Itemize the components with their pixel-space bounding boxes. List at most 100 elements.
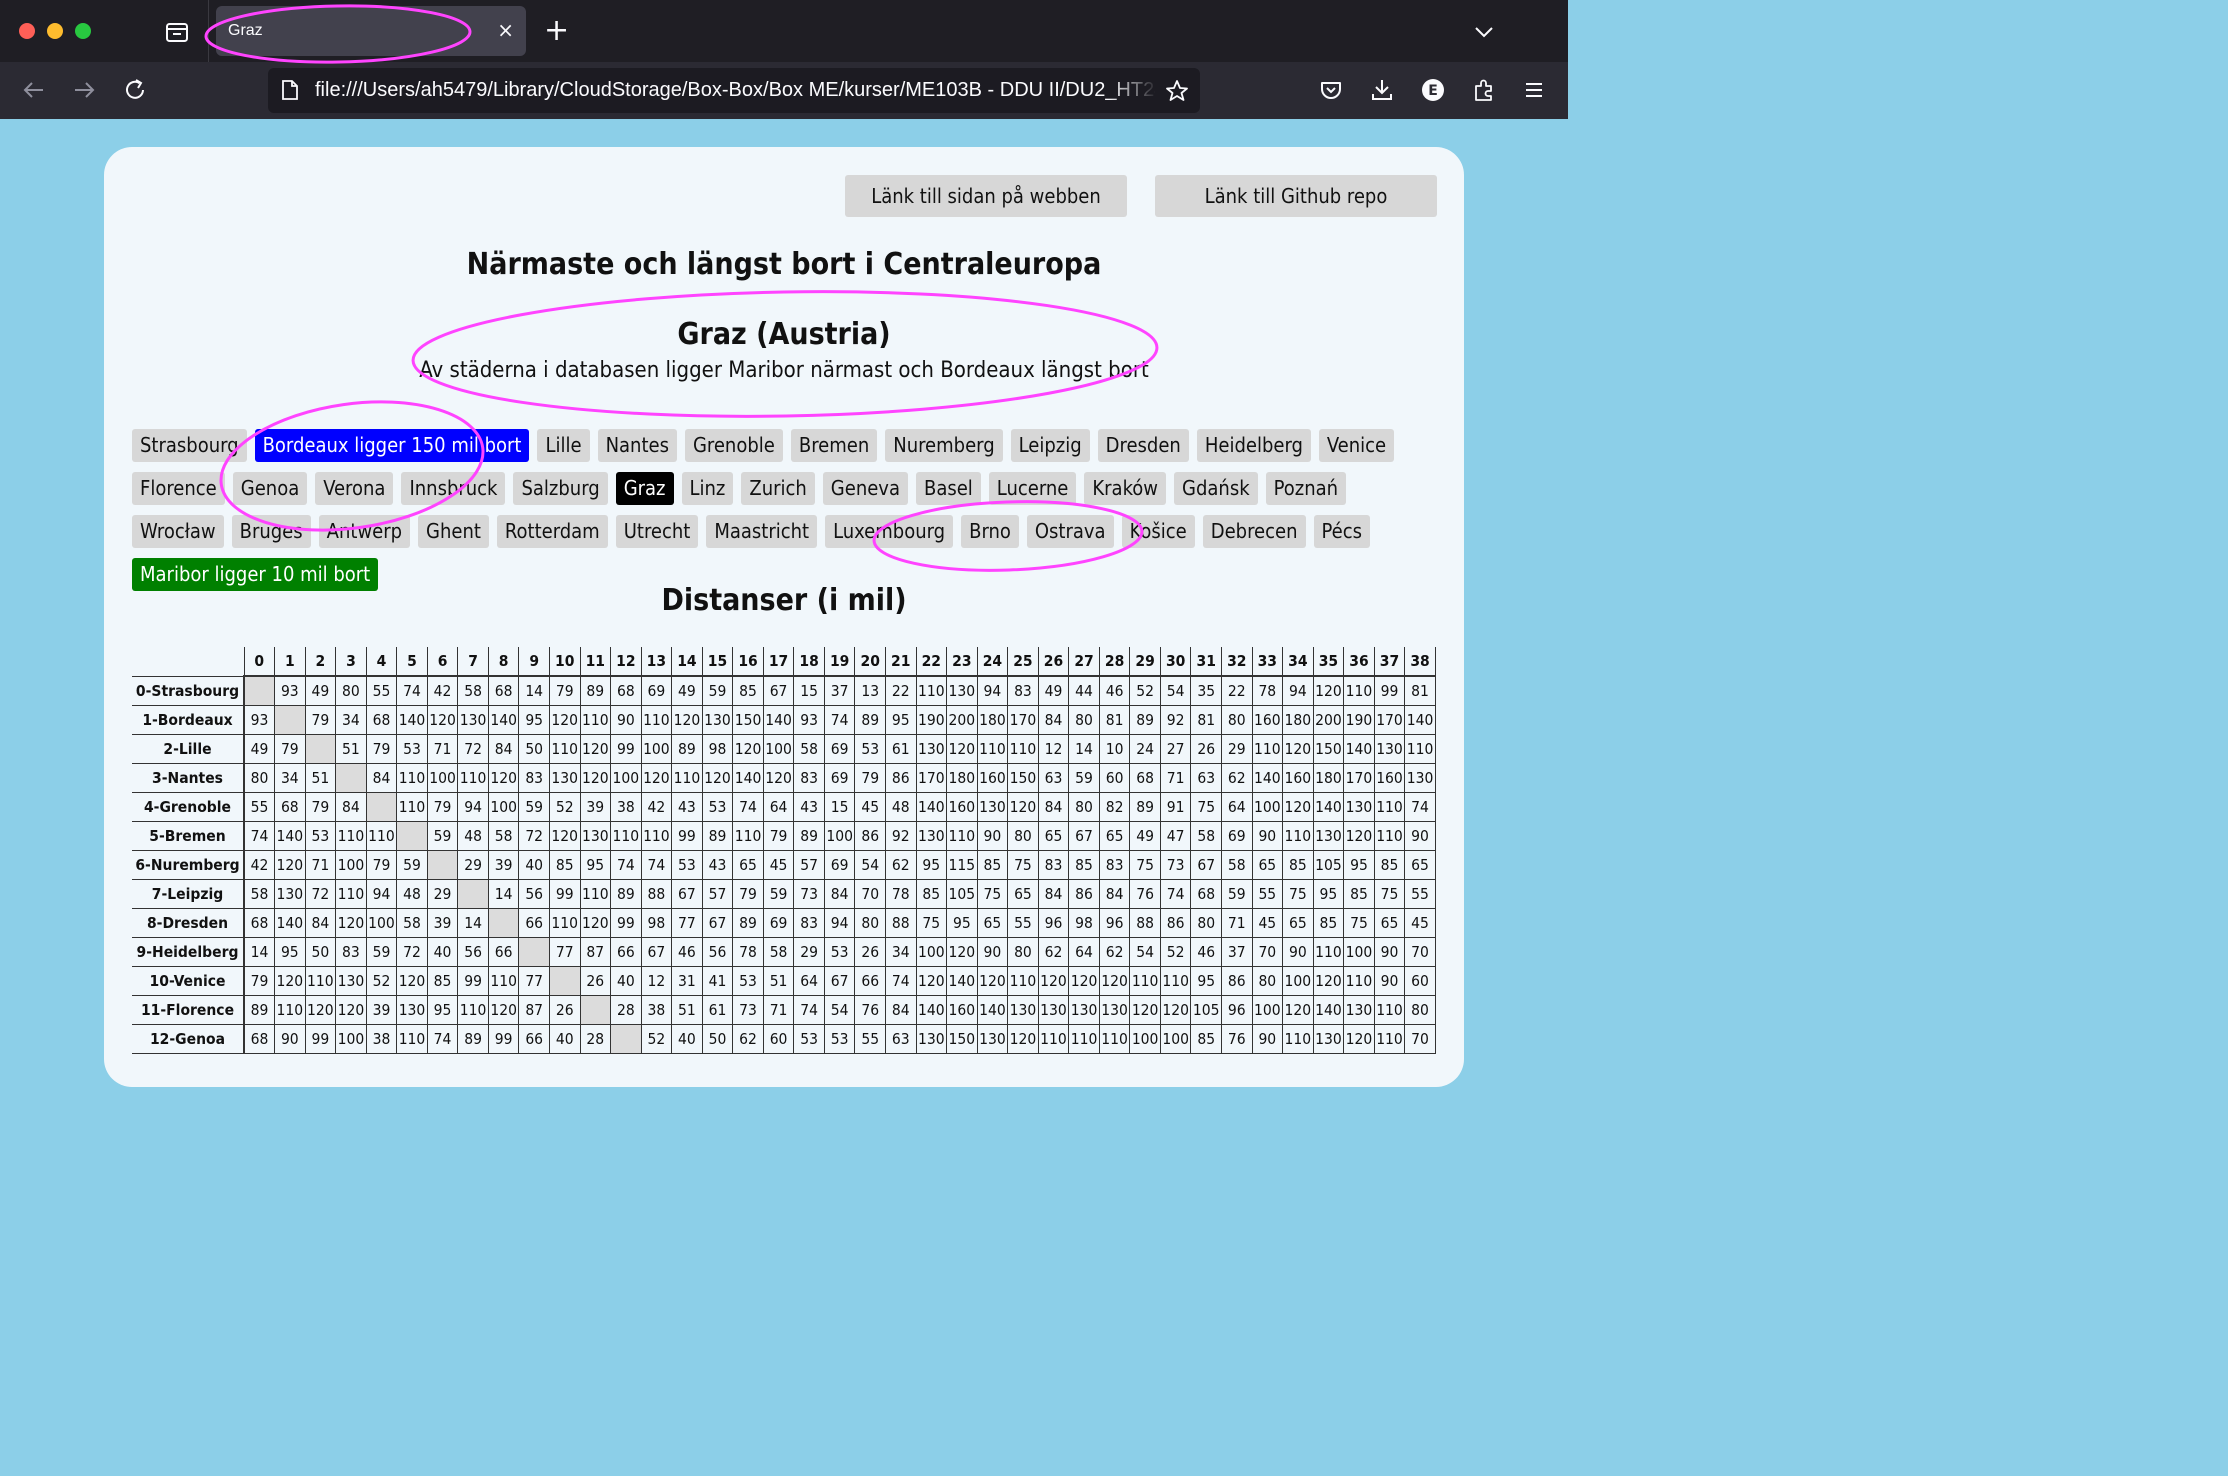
distance-cell: 99 xyxy=(1373,675,1406,706)
distance-cell: 100 xyxy=(487,791,520,822)
distance-cell: 140 xyxy=(946,965,978,996)
hamburger-menu-icon[interactable] xyxy=(1521,77,1547,103)
city-button[interactable]: Lucerne xyxy=(988,472,1077,505)
distance-cell: 91 xyxy=(1159,791,1192,822)
city-button[interactable]: Utrecht xyxy=(615,515,699,548)
github-link-button[interactable]: Länk till Github repo xyxy=(1155,175,1437,217)
distance-cell: 68 xyxy=(610,675,642,706)
city-button[interactable]: Venice xyxy=(1318,429,1395,462)
distance-cell: 85 xyxy=(1282,849,1314,880)
distance-cell: 96 xyxy=(1037,907,1070,938)
active-tab[interactable]: Graz × xyxy=(216,6,526,56)
city-button[interactable]: Rotterdam xyxy=(496,515,608,548)
close-tab-icon[interactable]: × xyxy=(497,18,514,42)
distance-cell: 85 xyxy=(1373,849,1406,880)
distance-cell: 84 xyxy=(335,791,367,822)
city-button[interactable]: Debrecen xyxy=(1202,515,1306,548)
city-button[interactable]: Pécs xyxy=(1313,515,1370,548)
city-button[interactable]: Geneva xyxy=(822,472,908,505)
extensions-puzzle-icon[interactable] xyxy=(1471,77,1497,103)
distance-cell: 120 xyxy=(1343,1023,1375,1054)
minimize-window-button[interactable] xyxy=(47,23,63,39)
city-button[interactable]: Brno xyxy=(961,515,1019,548)
column-header: 13 xyxy=(640,647,673,677)
pocket-icon[interactable] xyxy=(1318,77,1344,103)
city-button[interactable]: Graz xyxy=(615,472,674,505)
distance-cell: 68 xyxy=(1129,762,1161,793)
city-button[interactable]: Nuremberg xyxy=(885,429,1003,462)
city-button[interactable]: Bordeaux ligger 150 mil bort xyxy=(254,429,530,462)
zoom-window-button[interactable] xyxy=(75,23,91,39)
city-button[interactable]: Kraków xyxy=(1084,472,1167,505)
distance-cell: 64 xyxy=(1221,791,1253,822)
city-button[interactable]: Florence xyxy=(132,472,225,505)
distance-cell: 120 xyxy=(1282,733,1314,764)
distance-cell: 110 xyxy=(1251,733,1284,764)
web-link-button[interactable]: Länk till sidan på webben xyxy=(845,175,1127,217)
distance-cell: 140 xyxy=(732,762,764,793)
city-button[interactable]: Leipzig xyxy=(1010,429,1090,462)
city-button[interactable]: Luxembourg xyxy=(825,515,954,548)
distance-cell: 67 xyxy=(1190,849,1222,880)
city-button[interactable]: Genoa xyxy=(232,472,308,505)
distance-cell: 76 xyxy=(1129,878,1161,909)
city-button[interactable]: Verona xyxy=(315,472,394,505)
forward-arrow-icon[interactable] xyxy=(71,77,97,103)
distance-cell: 75 xyxy=(1343,907,1375,938)
reload-icon[interactable] xyxy=(122,77,148,103)
city-button[interactable]: Grenoble xyxy=(684,429,783,462)
distance-cell: 89 xyxy=(610,878,642,909)
distance-cell: 89 xyxy=(701,820,734,851)
distance-cell: 40 xyxy=(610,965,642,996)
distance-cell: 13 xyxy=(854,675,886,706)
city-button[interactable]: Antwerp xyxy=(318,515,411,548)
city-button[interactable]: Poznań xyxy=(1265,472,1347,505)
city-button[interactable]: Salzburg xyxy=(513,472,608,505)
distance-cell: 15 xyxy=(793,675,825,706)
close-window-button[interactable] xyxy=(19,23,35,39)
city-button[interactable]: Strasbourg xyxy=(132,429,247,462)
city-button[interactable]: Innsbruck xyxy=(401,472,506,505)
download-icon[interactable] xyxy=(1369,77,1395,103)
url-text[interactable]: file:///Users/ah5479/Library/CloudStorag… xyxy=(315,79,1155,102)
distance-cell: 50 xyxy=(304,936,337,967)
distance-cell: 79 xyxy=(854,762,886,793)
distance-cell: 130 xyxy=(1037,994,1070,1025)
city-button[interactable]: Zurich xyxy=(741,472,815,505)
distance-cell: 85 xyxy=(1343,878,1375,909)
distance-cell: 160 xyxy=(1373,762,1406,793)
city-button[interactable]: Wrocław xyxy=(132,515,224,548)
column-header: 8 xyxy=(487,647,520,677)
distance-cell: 46 xyxy=(671,936,703,967)
chevron-down-icon[interactable] xyxy=(1471,19,1497,45)
address-bar[interactable]: file:///Users/ah5479/Library/CloudStorag… xyxy=(268,68,1200,113)
table-row: 6-Nuremberg 42 120 71 100 79 59 29 39 40 85 95 74 74 5… xyxy=(132,849,1436,880)
distance-cell: 90 xyxy=(976,936,1009,967)
city-button[interactable]: Bruges xyxy=(231,515,311,548)
distance-cell: 89 xyxy=(243,994,276,1025)
city-button[interactable]: Dresden xyxy=(1097,429,1189,462)
city-button[interactable]: Ostrava xyxy=(1026,515,1114,548)
bookmark-star-icon[interactable] xyxy=(1164,78,1190,104)
distance-cell: 120 xyxy=(732,733,764,764)
city-button[interactable]: Gdańsk xyxy=(1174,472,1258,505)
city-button[interactable]: Košice xyxy=(1121,515,1195,548)
new-tab-button[interactable]: + xyxy=(544,14,569,48)
distance-cell: 130 xyxy=(1312,820,1345,851)
city-button[interactable]: Nantes xyxy=(597,429,677,462)
city-button[interactable]: Basel xyxy=(915,472,981,505)
city-button[interactable]: Lille xyxy=(537,429,590,462)
city-button[interactable]: Ghent xyxy=(418,515,489,548)
account-avatar-icon[interactable]: E xyxy=(1420,77,1446,103)
city-button[interactable]: Heidelberg xyxy=(1196,429,1311,462)
distance-cell: 26 xyxy=(1190,733,1222,764)
city-button[interactable]: Linz xyxy=(681,472,734,505)
distance-cell: 83 xyxy=(793,907,825,938)
distance-cell: 120 xyxy=(487,994,520,1025)
city-button[interactable]: Maastricht xyxy=(706,515,818,548)
tab-manager-icon[interactable] xyxy=(164,19,190,45)
distance-cell: 120 xyxy=(304,994,337,1025)
distance-cell: 140 xyxy=(915,791,948,822)
city-button[interactable]: Bremen xyxy=(790,429,878,462)
back-arrow-icon[interactable] xyxy=(21,77,47,103)
